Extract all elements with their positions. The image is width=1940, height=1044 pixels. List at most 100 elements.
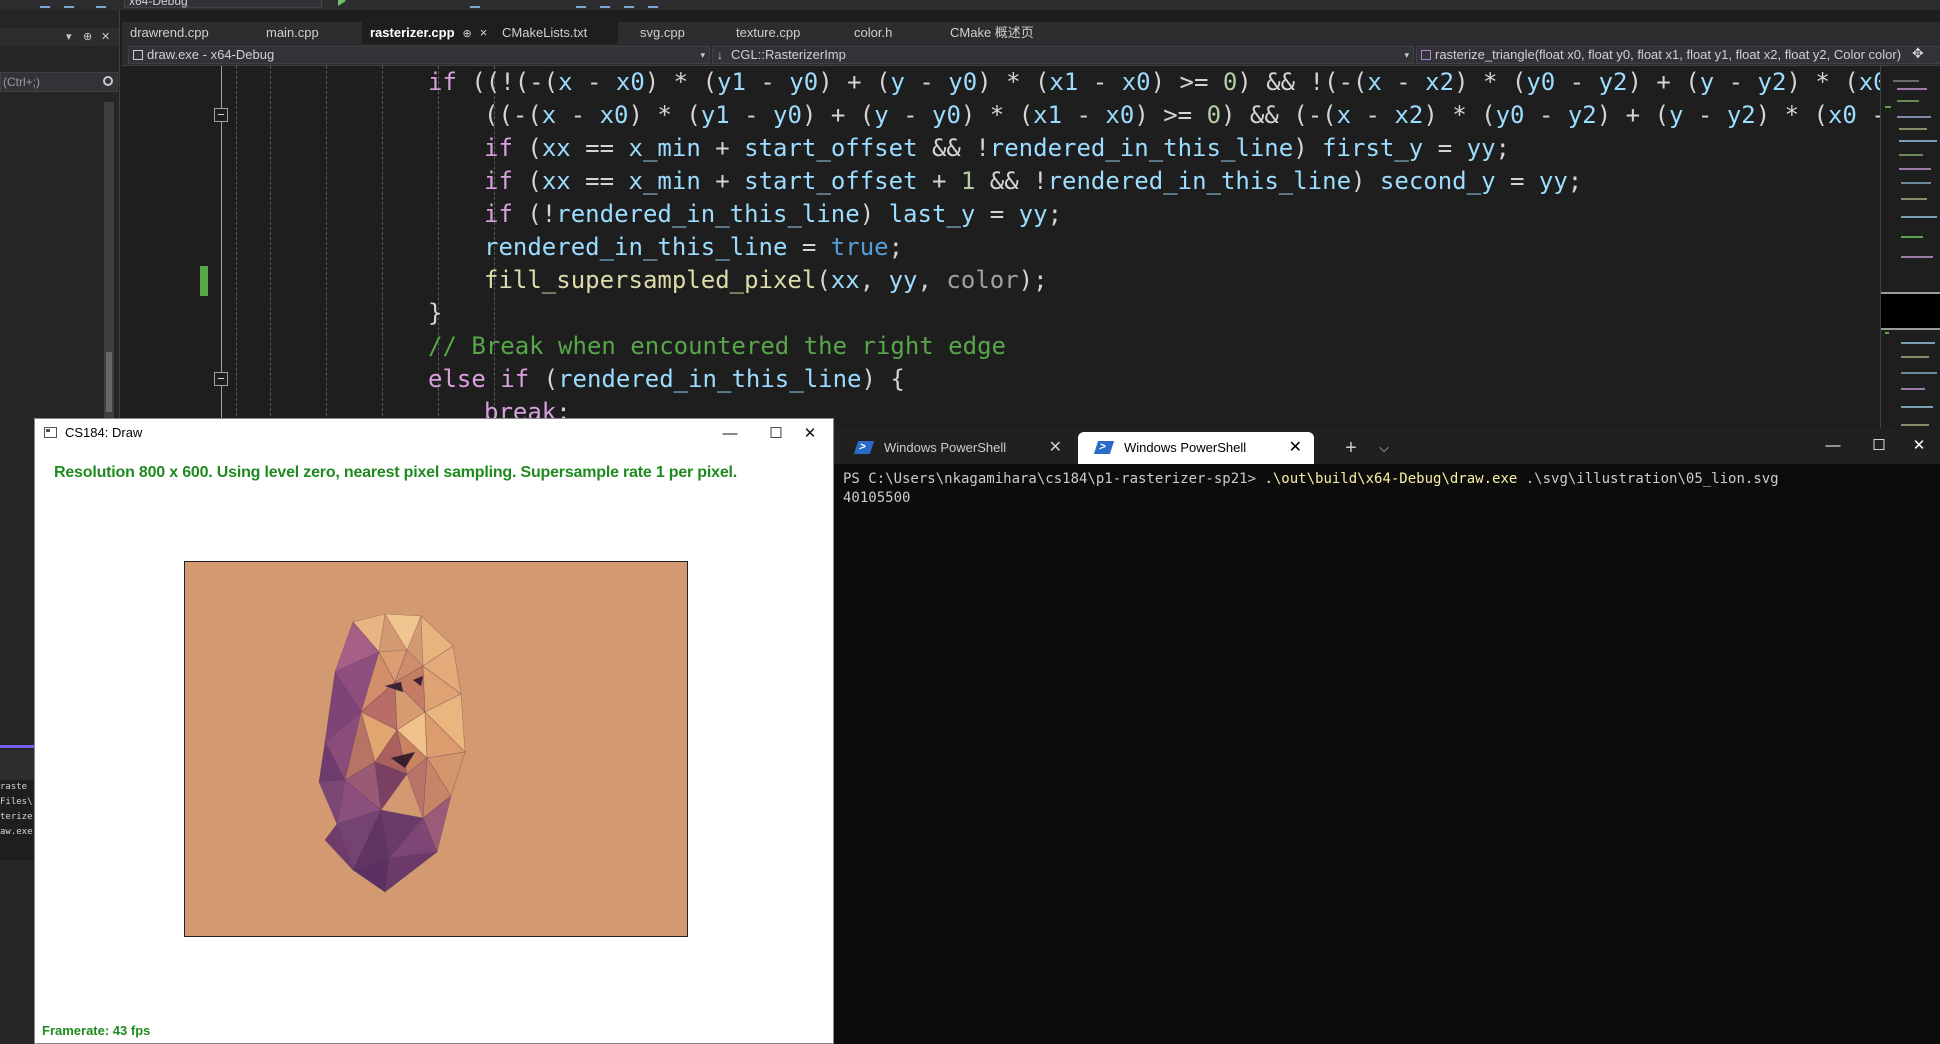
project-dropdown[interactable]: draw.exe - x64-Debug ▾ [128, 46, 710, 64]
code-line: if ((!(-(x - x0) * (y1 - y0) + (y - y0) … [428, 68, 1880, 96]
scope-label: CGL::RasterizerImp [731, 47, 846, 62]
toolbar-save-icon[interactable] [64, 0, 74, 8]
member-label: rasterize_triangle(float x0, float y0, f… [1435, 47, 1902, 62]
minimap-viewport[interactable] [1881, 292, 1940, 330]
output-line: raste [0, 782, 28, 792]
code-line: if (xx == x_min + start_offset && !rende… [484, 134, 1510, 162]
toolbar-bookmark-icon[interactable] [576, 0, 586, 8]
dropdown-icon[interactable]: ▾ [66, 30, 72, 43]
draw-window[interactable]: CS184: Draw — ☐ ✕ Resolution 800 x 600. … [34, 418, 834, 1044]
window-title: CS184: Draw [65, 425, 143, 440]
tab-label: rasterizer.cpp [370, 25, 455, 40]
powershell-icon [1093, 441, 1115, 454]
indent-guide [236, 66, 237, 446]
collapse-icon[interactable] [214, 108, 228, 122]
scope-icon: ↓ [717, 48, 723, 62]
terminal-tab-label: Windows PowerShell [884, 440, 1007, 455]
tab-label: color.h [854, 25, 893, 40]
tab-label: drawrend.cpp [130, 25, 209, 40]
toolbar-undo-icon[interactable] [40, 0, 50, 8]
tab-label: CMake 概述页 [950, 25, 1034, 40]
command-argument: .\svg\illustration\05_lion.svg [1517, 471, 1779, 487]
fold-line [221, 66, 222, 336]
terminal-tab-bar: Windows PowerShell ✕ Windows PowerShell … [834, 428, 1940, 464]
search-icon[interactable] [103, 76, 113, 86]
tab-pin-icon[interactable]: ⊕ [463, 23, 472, 45]
panel-scrollbar[interactable] [104, 102, 114, 432]
command-line: PS C:\Users\nkagamihara\cs184\p1-rasteri… [843, 470, 1933, 489]
toolbar-bookmark-clear-icon[interactable] [648, 0, 658, 8]
code-editor[interactable]: if ((!(-(x - x0) * (y1 - y0) + (y - y0) … [122, 66, 1880, 446]
output-line: Files\ [0, 797, 33, 807]
indent-guide [270, 66, 271, 446]
tab-close-icon[interactable]: ✕ [1289, 432, 1302, 464]
tab-label: svg.cpp [640, 25, 685, 40]
output-line: aw.exe [0, 827, 33, 837]
method-icon [1421, 50, 1431, 60]
output-header [0, 750, 34, 780]
vs-toolbar: x64-Debug [0, 0, 1940, 10]
render-canvas[interactable] [184, 561, 688, 937]
tab-texture-cpp[interactable]: texture.cpp [728, 22, 844, 44]
code-line: fill_supersampled_pixel(xx, yy, color); [484, 266, 1048, 294]
project-label: draw.exe - x64-Debug [147, 47, 275, 62]
scope-dropdown[interactable]: ↓ CGL::RasterizerImp ▾ [712, 46, 1414, 64]
navigation-bar: draw.exe - x64-Debug ▾ ↓ CGL::Rasterizer… [122, 44, 1940, 66]
terminal-tab-label: Windows PowerShell [1124, 440, 1247, 455]
scrollbar-thumb[interactable] [106, 352, 112, 412]
tab-dropdown-button[interactable]: ⌵ [1372, 432, 1396, 464]
minimize-button[interactable]: — [1810, 428, 1856, 464]
editor-margin [122, 66, 160, 446]
framerate-label: Framerate: 43 fps [42, 1023, 151, 1038]
toolbar-saveall-icon[interactable] [96, 0, 106, 8]
toolbar-bookmark-next-icon[interactable] [624, 0, 634, 8]
split-editor-icon[interactable]: ✥ [1912, 45, 1924, 62]
project-icon [133, 50, 143, 60]
tab-close-icon[interactable]: × [480, 22, 488, 44]
code-line: rendered_in_this_line = true; [484, 233, 904, 261]
tab-drawrend-cpp[interactable]: drawrend.cpp [122, 22, 230, 44]
powershell-icon [853, 441, 875, 454]
run-icon[interactable] [338, 0, 346, 6]
output-line: terize [0, 812, 33, 822]
code-line: ((-(x - x0) * (y1 - y0) + (y - y0) * (x1… [484, 101, 1880, 129]
code-line: else if (rendered_in_this_line) { [428, 365, 905, 393]
terminal-tab-2[interactable]: Windows PowerShell ✕ [1078, 432, 1314, 464]
close-icon[interactable]: ✕ [101, 30, 110, 43]
configuration-dropdown[interactable]: x64-Debug [124, 0, 322, 8]
tab-color-h[interactable]: color.h [846, 22, 946, 44]
output-pane: raste Files\ terize aw.exe [0, 780, 34, 860]
panel-header: ▾ ⊕ ✕ [0, 28, 119, 46]
pin-icon[interactable]: ⊕ [83, 30, 92, 43]
change-marker [200, 266, 208, 296]
tab-cmake-overview[interactable]: CMake 概述页 [942, 22, 1072, 44]
indent-guide [382, 66, 383, 446]
terminal-tab-1[interactable]: Windows PowerShell ✕ [838, 432, 1074, 464]
output-line: 40105500 [843, 490, 911, 506]
panel-divider [0, 745, 34, 748]
prompt: PS C:\Users\nkagamihara\cs184\p1-rasteri… [843, 471, 1265, 487]
close-button[interactable]: ✕ [787, 419, 833, 449]
code-line: if (xx == x_min + start_offset + 1 && !r… [484, 167, 1583, 195]
new-tab-button[interactable]: + [1339, 432, 1363, 464]
search-input[interactable]: (Ctrl+;) [0, 72, 118, 92]
terminal-output[interactable]: PS C:\Users\nkagamihara\cs184\p1-rasteri… [843, 470, 1933, 508]
tab-svg-cpp[interactable]: svg.cpp [632, 22, 728, 44]
tab-close-icon[interactable]: ✕ [1049, 432, 1062, 464]
editor-minimap[interactable] [1880, 66, 1940, 446]
member-dropdown[interactable]: rasterize_triangle(float x0, float y0, f… [1416, 46, 1940, 64]
toolbar-screen-icon[interactable] [470, 0, 480, 8]
minimize-button[interactable]: — [707, 419, 753, 449]
lion-illustration [318, 613, 466, 893]
powershell-window[interactable]: Windows PowerShell ✕ Windows PowerShell … [834, 428, 1940, 1044]
code-line: } [428, 299, 443, 327]
tab-main-cpp[interactable]: main.cpp [258, 22, 344, 44]
search-placeholder: (Ctrl+;) [3, 75, 40, 89]
collapse-icon[interactable] [214, 372, 228, 386]
tab-cmakelists[interactable]: CMakeLists.txt [494, 22, 626, 44]
close-button[interactable]: ✕ [1896, 428, 1940, 464]
toolbar-bookmark-prev-icon[interactable] [600, 0, 610, 8]
code-line: if (!rendered_in_this_line) last_y = yy; [484, 200, 1063, 228]
draw-title-bar[interactable]: CS184: Draw — ☐ ✕ [35, 419, 833, 449]
code-line: // Break when encountered the right edge [428, 332, 1006, 360]
